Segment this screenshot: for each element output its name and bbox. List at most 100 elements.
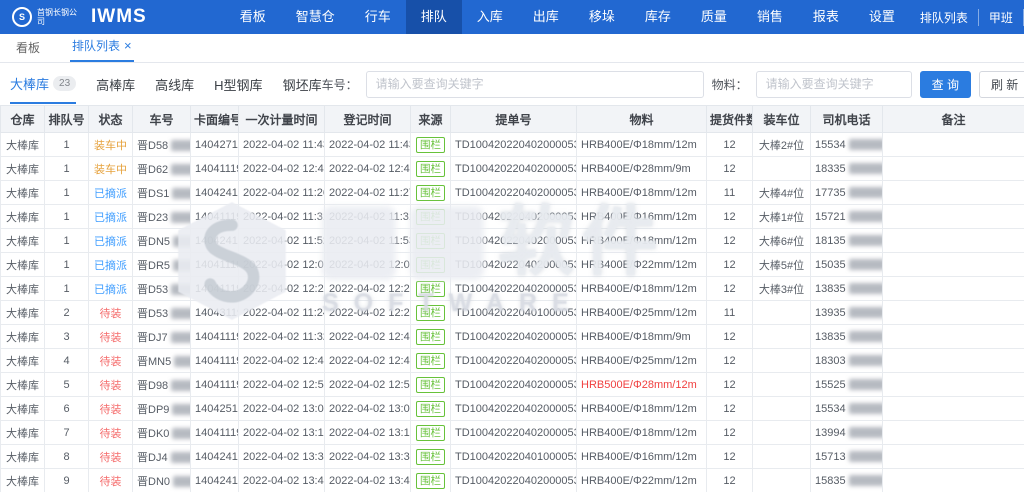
cell-material: HRB400E/Φ18mm/12m [577, 421, 707, 445]
table-row[interactable]: 大棒库7待装晋DK0140411192022-04-02 13:152022-0… [1, 421, 1024, 445]
status-badge: 待装 [100, 308, 122, 320]
shift-selector[interactable]: 甲班 [978, 9, 1023, 26]
nav-item-6[interactable]: 出库 [518, 0, 574, 34]
table-row[interactable]: 大棒库1已摘派晋DN5140424192022-04-02 11:522022-… [1, 229, 1024, 253]
redacted-blur [849, 187, 883, 198]
cell-remark [883, 253, 1024, 277]
nav-item-5[interactable]: 入库 [462, 0, 518, 34]
source-tag: 围栏 [416, 185, 445, 201]
cell-vehicle: 晋DS1 [133, 181, 191, 205]
cell-vehicle: 晋DN0 [133, 469, 191, 492]
cell-source: 围栏 [411, 349, 451, 373]
nav-item-7[interactable]: 移垛 [574, 0, 630, 34]
table-row[interactable]: 大棒库1已摘派晋DR5140411192022-04-02 12:022022-… [1, 253, 1024, 277]
refresh-button[interactable]: 刷 新 [979, 71, 1024, 98]
redacted-blur [171, 212, 190, 223]
warehouse-tab-3[interactable]: 高线库 [155, 66, 194, 103]
table-header-row: 仓库排队号状态车号卡面编号一次计量时间登记时间来源提单号物料提货件数装车位司机电… [1, 106, 1024, 133]
warehouse-tab-label: H型钢库 [214, 75, 262, 94]
cell-vehicle: 晋DJ7 [133, 325, 191, 349]
cell-warehouse: 大棒库 [1, 301, 45, 325]
redacted-blur [171, 452, 191, 463]
tab-2[interactable]: 排队列表× [70, 31, 134, 62]
table-row[interactable]: 大棒库3待装晋DJ7140411192022-04-02 11:322022-0… [1, 325, 1024, 349]
cell-queue-no: 1 [45, 277, 89, 301]
cell-queue-no: 4 [45, 349, 89, 373]
redacted-blur [849, 379, 883, 390]
warehouse-tab-label: 大棒库 [10, 74, 49, 93]
status-badge: 装车中 [94, 140, 127, 152]
cell-queue-no: 2 [45, 301, 89, 325]
search-button[interactable]: 查 询 [920, 71, 971, 98]
cell-material: HRB400E/Φ18mm/9m [577, 325, 707, 349]
nav-item-11[interactable]: 报表 [798, 0, 854, 34]
cell-weigh-time: 2022-04-02 12:46 [239, 157, 325, 181]
cell-status: 待装 [89, 469, 133, 492]
redacted-blur [849, 235, 883, 246]
vehicle-search-input[interactable] [366, 71, 704, 98]
cell-status: 已摘派 [89, 253, 133, 277]
cell-card-no: 14041119 [191, 373, 239, 397]
source-tag: 围栏 [416, 473, 445, 489]
cell-vehicle: 晋D98 [133, 373, 191, 397]
table-row[interactable]: 大棒库5待装晋D98140411192022-04-02 12:502022-0… [1, 373, 1024, 397]
nav-item-2[interactable]: 智慧仓 [281, 0, 350, 34]
cell-material: HRB400E/Φ18mm/12m [577, 229, 707, 253]
warehouse-tab-1[interactable]: 大棒库23 [10, 65, 76, 104]
cell-qty: 12 [707, 469, 753, 492]
warehouse-tab-4[interactable]: H型钢库 [214, 66, 262, 103]
cell-position: 大棒2#位 [753, 133, 811, 157]
table-row[interactable]: 大棒库1装车中晋D62140411192022-04-02 12:462022-… [1, 157, 1024, 181]
cell-status: 待装 [89, 397, 133, 421]
cell-vehicle: 晋DR5 [133, 253, 191, 277]
nav-item-1[interactable]: 看板 [225, 0, 281, 34]
cell-warehouse: 大棒库 [1, 325, 45, 349]
close-tab-icon[interactable]: × [124, 41, 132, 51]
cell-weigh-time: 2022-04-02 13:43 [239, 469, 325, 492]
table-row[interactable]: 大棒库4待装晋MN5140411192022-04-02 12:492022-0… [1, 349, 1024, 373]
cell-position [753, 157, 811, 181]
cell-card-no: 14041119 [191, 205, 239, 229]
redacted-blur [849, 139, 883, 150]
nav-item-12[interactable]: 设置 [854, 0, 910, 34]
cell-phone: 13935 [811, 301, 883, 325]
table-row[interactable]: 大棒库1装车中晋D58140427192022-04-02 11:432022-… [1, 133, 1024, 157]
redacted-blur [849, 355, 883, 366]
column-header: 物料 [577, 106, 707, 133]
warehouse-tab-2[interactable]: 高棒库 [96, 66, 135, 103]
status-badge: 待装 [100, 476, 122, 488]
warehouse-tab-5[interactable]: 钢坯库 [283, 66, 322, 103]
table-row[interactable]: 大棒库1已摘派晋D53140411192022-04-02 12:212022-… [1, 277, 1024, 301]
cell-material: HRB400E/Φ18mm/12m [577, 181, 707, 205]
cell-material: HRB500E/Φ28mm/12m [577, 373, 707, 397]
cell-register-time: 2022-04-02 12:20 [325, 301, 411, 325]
cell-warehouse: 大棒库 [1, 205, 45, 229]
cell-card-no: 14041119 [191, 277, 239, 301]
table-row[interactable]: 大棒库2待装晋D53140431192022-04-02 11:242022-0… [1, 301, 1024, 325]
nav-item-3[interactable]: 行车 [350, 0, 406, 34]
cell-weigh-time: 2022-04-02 11:32 [239, 325, 325, 349]
nav-item-9[interactable]: 质量 [686, 0, 742, 34]
table-row[interactable]: 大棒库8待装晋DJ4140424192022-04-02 13:332022-0… [1, 445, 1024, 469]
table-row[interactable]: 大棒库6待装晋DP9140425192022-04-02 13:092022-0… [1, 397, 1024, 421]
cell-register-time: 2022-04-02 12:22 [325, 277, 411, 301]
nav-item-8[interactable]: 库存 [630, 0, 686, 34]
table-row[interactable]: 大棒库9待装晋DN0140424192022-04-02 13:432022-0… [1, 469, 1024, 492]
cell-material: HRB400E/Φ22mm/12m [577, 253, 707, 277]
status-badge: 待装 [100, 332, 122, 344]
material-search-input[interactable] [756, 71, 912, 98]
cell-vehicle: 晋D23 [133, 205, 191, 229]
table-row[interactable]: 大棒库1已摘派晋DS1140424192022-04-02 11:262022-… [1, 181, 1024, 205]
tab-1[interactable]: 看板 [14, 33, 42, 62]
nav-item-4[interactable]: 排队 [406, 0, 462, 34]
cell-phone: 18135 [811, 229, 883, 253]
cell-queue-no: 1 [45, 205, 89, 229]
cell-bill-no: TD10042022040100005318 [451, 445, 577, 469]
cell-phone: 15713 [811, 445, 883, 469]
nav-item-10[interactable]: 销售 [742, 0, 798, 34]
app-header: S 首钢长钢公司 IWMS 看板智慧仓行车排队入库出库移垛库存质量销售报表设置 … [0, 0, 1024, 34]
cell-vehicle: 晋D62 [133, 157, 191, 181]
cell-bill-no: TD10042022040200005319 [451, 205, 577, 229]
redacted-blur [849, 427, 883, 438]
table-row[interactable]: 大棒库1已摘派晋D23140411192022-04-02 11:312022-… [1, 205, 1024, 229]
